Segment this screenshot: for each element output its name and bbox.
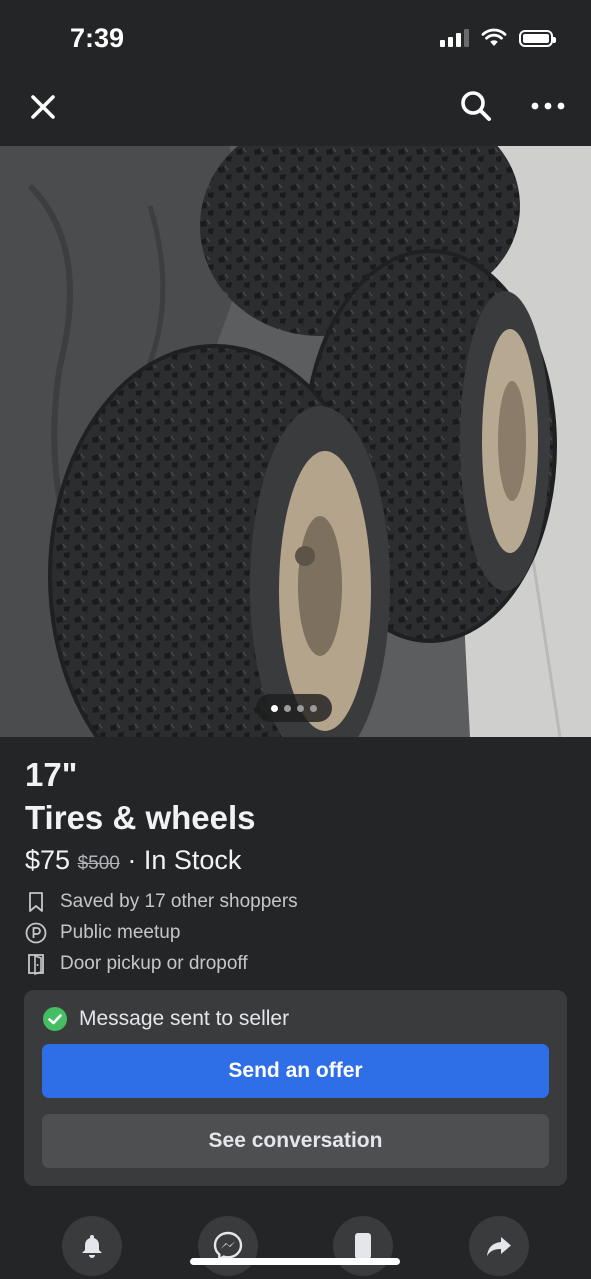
saved-text: Saved by 17 other shoppers: [60, 891, 298, 912]
pickup-info: Door pickup or dropoff: [25, 953, 248, 975]
wifi-icon: [481, 28, 507, 46]
pickup-text: Door pickup or dropoff: [60, 953, 248, 974]
photo-pagination[interactable]: [256, 694, 332, 722]
share-icon: [487, 1237, 511, 1256]
availability: · In Stock: [127, 845, 242, 875]
bottom-action-bar: [0, 1210, 591, 1279]
door-icon: [28, 954, 44, 975]
message-status-text: Message sent to seller: [79, 1007, 290, 1030]
close-icon[interactable]: [26, 90, 60, 124]
bell-icon: [82, 1235, 102, 1258]
meetup-text: Public meetup: [60, 922, 181, 943]
message-button[interactable]: [198, 1216, 258, 1276]
price-line: $75 $500 · In Stock: [25, 845, 241, 876]
see-conversation-button[interactable]: See conversation: [42, 1114, 549, 1168]
listing-title-size: 17": [25, 756, 78, 793]
original-price: $500: [77, 853, 120, 874]
cellular-signal-icon: [440, 29, 469, 47]
call-button[interactable]: [333, 1216, 393, 1276]
meetup-info: Public meetup: [25, 922, 180, 944]
message-status: Message sent to seller: [42, 1006, 289, 1032]
check-circle-icon: [43, 1007, 67, 1031]
parking-icon: [25, 922, 47, 944]
home-indicator[interactable]: [190, 1258, 400, 1265]
page-dot[interactable]: [297, 704, 304, 712]
listing-title: Tires & wheels: [25, 799, 256, 836]
listing-photo[interactable]: [0, 146, 591, 737]
page-dot[interactable]: [284, 704, 291, 712]
tires-image: [0, 146, 591, 737]
share-button[interactable]: [469, 1216, 529, 1276]
saved-count: Saved by 17 other shoppers: [25, 891, 298, 913]
status-bar: 7:39: [0, 0, 591, 78]
top-nav: [0, 78, 591, 146]
bookmark-icon: [29, 892, 43, 912]
page-dot[interactable]: [271, 704, 278, 712]
more-icon[interactable]: [530, 94, 566, 118]
search-icon[interactable]: [458, 88, 494, 124]
battery-icon: [519, 29, 556, 47]
notify-button[interactable]: [62, 1216, 122, 1276]
send-offer-button[interactable]: Send an offer: [42, 1044, 549, 1098]
status-icons: [440, 28, 556, 48]
message-card: Message sent to seller Send an offer See…: [24, 990, 567, 1186]
price: $75: [25, 845, 71, 875]
page-dot[interactable]: [310, 704, 317, 712]
status-time: 7:39: [70, 23, 125, 53]
